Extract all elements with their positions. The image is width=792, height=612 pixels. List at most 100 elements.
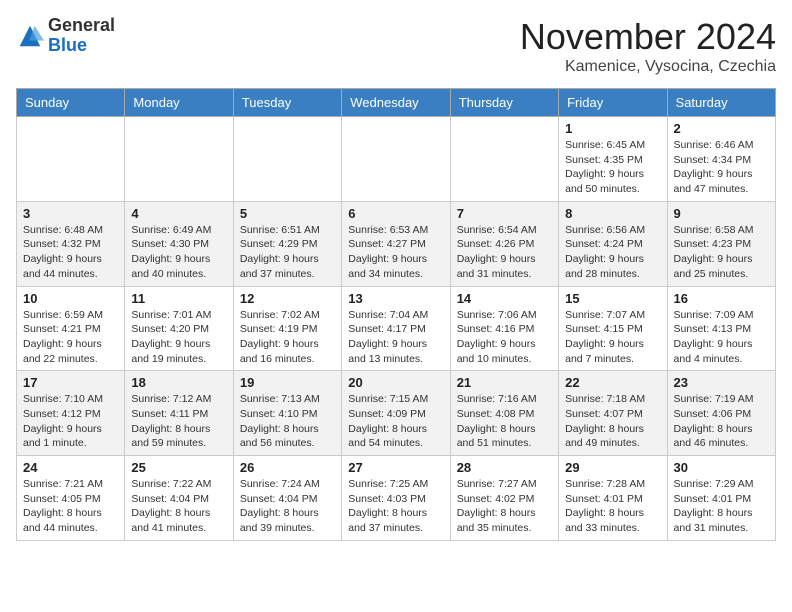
day-info: Sunrise: 7:15 AM Sunset: 4:09 PM Dayligh… <box>348 392 443 451</box>
calendar-cell <box>450 117 558 202</box>
day-number: 27 <box>348 460 443 475</box>
logo: General Blue <box>16 16 115 56</box>
calendar-cell: 6 Sunrise: 6:53 AM Sunset: 4:27 PM Daylig… <box>342 201 450 286</box>
calendar-cell <box>17 117 125 202</box>
day-number: 17 <box>23 375 118 390</box>
calendar-cell: 11 Sunrise: 7:01 AM Sunset: 4:20 PM Dayli… <box>125 286 233 371</box>
day-info: Sunrise: 6:49 AM Sunset: 4:30 PM Dayligh… <box>131 223 226 282</box>
day-number: 26 <box>240 460 335 475</box>
weekday-sunday: Sunday <box>17 89 125 117</box>
day-info: Sunrise: 7:27 AM Sunset: 4:02 PM Dayligh… <box>457 477 552 536</box>
calendar-cell: 29Sunrise: 7:28 AM Sunset: 4:01 PM Dayli… <box>559 456 667 541</box>
calendar-cell: 13 Sunrise: 7:04 AM Sunset: 4:17 PM Dayli… <box>342 286 450 371</box>
calendar-cell: 19 Sunrise: 7:13 AM Sunset: 4:10 PM Dayli… <box>233 371 341 456</box>
calendar-cell: 16 Sunrise: 7:09 AM Sunset: 4:13 PM Dayli… <box>667 286 775 371</box>
week-row-1: 1 Sunrise: 6:45 AM Sunset: 4:35 PM Daylig… <box>17 117 776 202</box>
weekday-friday: Friday <box>559 89 667 117</box>
day-number: 6 <box>348 206 443 221</box>
calendar-body: 1 Sunrise: 6:45 AM Sunset: 4:35 PM Daylig… <box>17 117 776 541</box>
day-info: Sunrise: 7:21 AM Sunset: 4:05 PM Dayligh… <box>23 477 118 536</box>
day-number: 16 <box>674 291 769 306</box>
day-info: Sunrise: 6:59 AM Sunset: 4:21 PM Dayligh… <box>23 308 118 367</box>
day-info: Sunrise: 6:45 AM Sunset: 4:35 PM Dayligh… <box>565 138 660 197</box>
logo-text: General Blue <box>48 16 115 56</box>
title-block: November 2024 Kamenice, Vysocina, Czechi… <box>520 16 776 76</box>
day-number: 20 <box>348 375 443 390</box>
day-info: Sunrise: 7:25 AM Sunset: 4:03 PM Dayligh… <box>348 477 443 536</box>
day-info: Sunrise: 7:10 AM Sunset: 4:12 PM Dayligh… <box>23 392 118 451</box>
logo-icon <box>16 22 44 50</box>
day-number: 12 <box>240 291 335 306</box>
day-info: Sunrise: 7:16 AM Sunset: 4:08 PM Dayligh… <box>457 392 552 451</box>
calendar-table: SundayMondayTuesdayWednesdayThursdayFrid… <box>16 88 776 541</box>
day-info: Sunrise: 6:54 AM Sunset: 4:26 PM Dayligh… <box>457 223 552 282</box>
day-info: Sunrise: 7:12 AM Sunset: 4:11 PM Dayligh… <box>131 392 226 451</box>
day-number: 1 <box>565 121 660 136</box>
calendar-cell: 20 Sunrise: 7:15 AM Sunset: 4:09 PM Dayli… <box>342 371 450 456</box>
weekday-monday: Monday <box>125 89 233 117</box>
calendar-cell: 14Sunrise: 7:06 AM Sunset: 4:16 PM Dayli… <box>450 286 558 371</box>
calendar-cell: 23Sunrise: 7:19 AM Sunset: 4:06 PM Dayli… <box>667 371 775 456</box>
day-number: 11 <box>131 291 226 306</box>
day-info: Sunrise: 6:56 AM Sunset: 4:24 PM Dayligh… <box>565 223 660 282</box>
day-info: Sunrise: 7:29 AM Sunset: 4:01 PM Dayligh… <box>674 477 769 536</box>
calendar-cell: 4 Sunrise: 6:49 AM Sunset: 4:30 PM Daylig… <box>125 201 233 286</box>
week-row-3: 10 Sunrise: 6:59 AM Sunset: 4:21 PM Dayli… <box>17 286 776 371</box>
day-number: 24 <box>23 460 118 475</box>
day-info: Sunrise: 6:53 AM Sunset: 4:27 PM Dayligh… <box>348 223 443 282</box>
calendar-cell: 3Sunrise: 6:48 AM Sunset: 4:32 PM Daylig… <box>17 201 125 286</box>
calendar-cell: 9Sunrise: 6:58 AM Sunset: 4:23 PM Daylig… <box>667 201 775 286</box>
day-number: 23 <box>674 375 769 390</box>
calendar-cell: 1 Sunrise: 6:45 AM Sunset: 4:35 PM Daylig… <box>559 117 667 202</box>
weekday-saturday: Saturday <box>667 89 775 117</box>
calendar-cell: 22Sunrise: 7:18 AM Sunset: 4:07 PM Dayli… <box>559 371 667 456</box>
calendar-cell: 26Sunrise: 7:24 AM Sunset: 4:04 PM Dayli… <box>233 456 341 541</box>
day-number: 10 <box>23 291 118 306</box>
calendar-cell: 15Sunrise: 7:07 AM Sunset: 4:15 PM Dayli… <box>559 286 667 371</box>
day-info: Sunrise: 6:58 AM Sunset: 4:23 PM Dayligh… <box>674 223 769 282</box>
day-info: Sunrise: 6:51 AM Sunset: 4:29 PM Dayligh… <box>240 223 335 282</box>
calendar-cell <box>125 117 233 202</box>
day-number: 18 <box>131 375 226 390</box>
calendar-cell: 8 Sunrise: 6:56 AM Sunset: 4:24 PM Daylig… <box>559 201 667 286</box>
day-info: Sunrise: 6:46 AM Sunset: 4:34 PM Dayligh… <box>674 138 769 197</box>
page-header: General Blue November 2024 Kamenice, Vys… <box>16 16 776 76</box>
day-number: 3 <box>23 206 118 221</box>
week-row-4: 17 Sunrise: 7:10 AM Sunset: 4:12 PM Dayli… <box>17 371 776 456</box>
calendar-cell: 30 Sunrise: 7:29 AM Sunset: 4:01 PM Dayli… <box>667 456 775 541</box>
calendar-cell: 10 Sunrise: 6:59 AM Sunset: 4:21 PM Dayli… <box>17 286 125 371</box>
day-number: 19 <box>240 375 335 390</box>
day-info: Sunrise: 7:22 AM Sunset: 4:04 PM Dayligh… <box>131 477 226 536</box>
day-info: Sunrise: 7:09 AM Sunset: 4:13 PM Dayligh… <box>674 308 769 367</box>
day-number: 21 <box>457 375 552 390</box>
day-number: 25 <box>131 460 226 475</box>
day-info: Sunrise: 7:04 AM Sunset: 4:17 PM Dayligh… <box>348 308 443 367</box>
weekday-tuesday: Tuesday <box>233 89 341 117</box>
day-number: 7 <box>457 206 552 221</box>
day-number: 13 <box>348 291 443 306</box>
calendar-cell: 12 Sunrise: 7:02 AM Sunset: 4:19 PM Dayli… <box>233 286 341 371</box>
calendar-cell: 5 Sunrise: 6:51 AM Sunset: 4:29 PM Daylig… <box>233 201 341 286</box>
calendar-cell <box>342 117 450 202</box>
day-number: 30 <box>674 460 769 475</box>
day-number: 4 <box>131 206 226 221</box>
day-number: 14 <box>457 291 552 306</box>
day-info: Sunrise: 7:02 AM Sunset: 4:19 PM Dayligh… <box>240 308 335 367</box>
day-info: Sunrise: 7:13 AM Sunset: 4:10 PM Dayligh… <box>240 392 335 451</box>
day-number: 2 <box>674 121 769 136</box>
week-row-5: 24 Sunrise: 7:21 AM Sunset: 4:05 PM Dayli… <box>17 456 776 541</box>
day-info: Sunrise: 7:01 AM Sunset: 4:20 PM Dayligh… <box>131 308 226 367</box>
week-row-2: 3Sunrise: 6:48 AM Sunset: 4:32 PM Daylig… <box>17 201 776 286</box>
calendar-cell: 24 Sunrise: 7:21 AM Sunset: 4:05 PM Dayli… <box>17 456 125 541</box>
calendar-cell <box>233 117 341 202</box>
day-number: 15 <box>565 291 660 306</box>
calendar-cell: 7 Sunrise: 6:54 AM Sunset: 4:26 PM Daylig… <box>450 201 558 286</box>
calendar-cell: 27 Sunrise: 7:25 AM Sunset: 4:03 PM Dayli… <box>342 456 450 541</box>
calendar-cell: 18 Sunrise: 7:12 AM Sunset: 4:11 PM Dayli… <box>125 371 233 456</box>
weekday-header-row: SundayMondayTuesdayWednesdayThursdayFrid… <box>17 89 776 117</box>
day-number: 29 <box>565 460 660 475</box>
day-number: 5 <box>240 206 335 221</box>
day-info: Sunrise: 7:18 AM Sunset: 4:07 PM Dayligh… <box>565 392 660 451</box>
calendar-cell: 21 Sunrise: 7:16 AM Sunset: 4:08 PM Dayli… <box>450 371 558 456</box>
day-number: 8 <box>565 206 660 221</box>
